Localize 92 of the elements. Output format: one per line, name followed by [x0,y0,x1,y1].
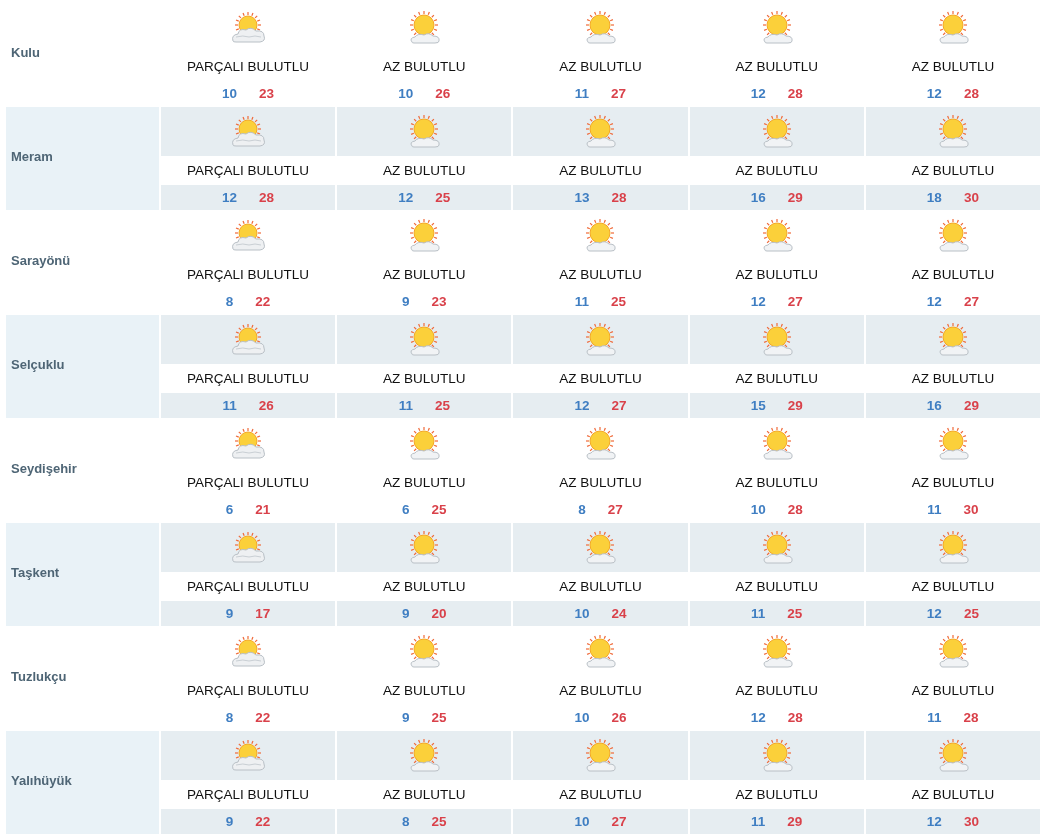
max-temperature: 28 [787,710,803,725]
sun-behind-cloud-icon [229,114,268,149]
max-temperature: 27 [607,502,623,517]
min-temperature: 11 [574,294,590,309]
sun-behind-cloud-icon [229,530,268,565]
min-temperature: 12 [750,294,766,309]
max-temperature: 28 [963,86,979,101]
max-temperature: 28 [963,710,979,725]
district-name: Meram [6,107,159,210]
max-temperature: 30 [963,502,979,517]
max-temperature: 26 [611,710,627,725]
min-temperature: 12 [926,86,942,101]
max-temperature: 25 [435,190,451,205]
max-temperature: 30 [963,814,979,829]
district-name: Taşkent [6,523,159,626]
min-temperature: 6 [402,502,410,517]
max-temperature: 27 [787,294,803,309]
min-temperature: 9 [225,814,234,829]
max-temperature: 25 [787,606,803,621]
min-temperature: 11 [751,606,766,621]
min-temperature: 12 [926,606,942,621]
district-name: Yalıhüyük [6,731,159,834]
max-temperature: 25 [963,606,979,621]
min-temperature: 11 [927,710,942,725]
max-temperature: 27 [963,294,979,309]
sun-behind-cloud-icon [229,426,268,461]
max-temperature: 30 [963,190,979,205]
min-temperature: 9 [402,294,410,309]
sun-behind-cloud-icon [229,10,268,45]
max-temperature: 25 [431,710,447,725]
min-temperature: 10 [574,710,590,725]
min-temperature: 12 [222,190,238,205]
max-temperature: 29 [963,398,979,413]
min-temperature: 11 [751,814,766,829]
min-temperature: 16 [926,398,942,413]
min-temperature: 9 [402,606,410,621]
min-temperature: 12 [574,398,590,413]
max-temperature: 21 [255,502,271,517]
max-temperature: 25 [431,502,447,517]
min-temperature: 15 [750,398,766,413]
min-temperature: 11 [574,86,590,101]
min-temperature: 10 [574,606,590,621]
min-temperature: 12 [750,710,766,725]
min-temperature: 8 [578,502,586,517]
min-temperature: 11 [927,502,942,517]
max-temperature: 29 [787,814,803,829]
min-temperature: 16 [750,190,766,205]
min-temperature: 13 [574,190,590,205]
max-temperature: 23 [259,86,275,101]
min-temperature: 12 [398,190,414,205]
sun-behind-cloud-icon [229,738,268,773]
max-temperature: 25 [431,814,447,829]
min-temperature: 8 [402,814,410,829]
min-temperature: 10 [574,814,590,829]
max-temperature: 27 [611,86,627,101]
min-temperature: 10 [750,502,766,517]
max-temperature: 25 [611,294,627,309]
min-temperature: 12 [926,814,942,829]
min-temperature: 12 [750,86,766,101]
min-temperature: 18 [926,190,942,205]
min-temperature: 9 [225,606,234,621]
min-temperature: 8 [225,710,234,725]
max-temperature: 28 [787,86,803,101]
min-temperature: 10 [222,86,238,101]
max-temperature: 28 [787,502,803,517]
max-temperature: 27 [611,398,627,413]
max-temperature: 22 [255,294,271,309]
sun-behind-cloud-icon [229,218,268,253]
min-temperature: 9 [402,710,410,725]
max-temperature: 20 [431,606,447,621]
min-temperature: 6 [225,502,234,517]
max-temperature: 25 [434,398,450,413]
max-temperature: 22 [255,710,271,725]
max-temperature: 29 [787,190,803,205]
max-temperature: 17 [255,606,271,621]
min-temperature: 11 [222,398,237,413]
max-temperature: 23 [431,294,447,309]
max-temperature: 24 [611,606,627,621]
min-temperature: 8 [225,294,234,309]
max-temperature: 26 [435,86,451,101]
max-temperature: 22 [255,814,271,829]
max-temperature: 27 [611,814,627,829]
max-temperature: 26 [258,398,274,413]
district-name: Selçuklu [6,315,159,418]
min-temperature: 10 [398,86,414,101]
sun-behind-cloud-icon [229,634,268,669]
max-temperature: 28 [259,190,275,205]
max-temperature: 29 [787,398,803,413]
max-temperature: 28 [611,190,627,205]
min-temperature: 11 [398,398,413,413]
min-temperature: 12 [926,294,942,309]
sun-behind-cloud-icon [229,322,268,357]
